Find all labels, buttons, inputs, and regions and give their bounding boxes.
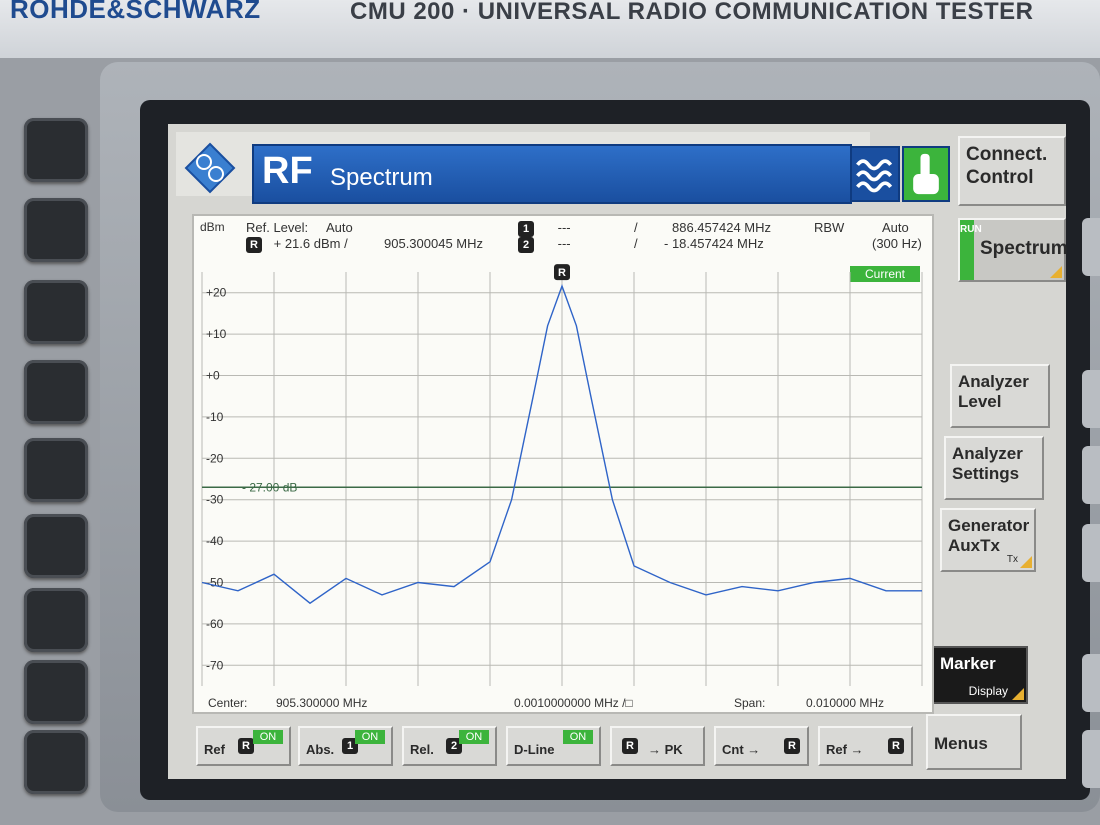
signal-waves-icon[interactable] [850,146,900,202]
softkey-left-3[interactable] [24,280,88,344]
y-tick-label: +0 [206,369,220,383]
marker-label: Marker [940,654,996,673]
softkey-left-2[interactable] [24,198,88,262]
title-rf: RF [262,150,313,192]
y-tick-label: +10 [206,327,227,341]
division-value: 0.0010000000 MHz /□ [514,696,633,710]
ref-marker-flag-label: R [558,267,566,279]
ref-to-peak-button[interactable]: R → PK [610,726,705,766]
y-tick-label: -40 [206,534,224,548]
softkey-right-5[interactable] [1082,654,1100,712]
y-tick-label: -30 [206,493,224,507]
corner-indicator-icon [1020,556,1032,568]
y-tick-label: -20 [206,451,224,465]
rel-button-label: Rel. [410,742,434,757]
center-label: Center: [208,696,248,710]
rs-logo-icon [184,142,236,194]
softkey-left-7[interactable] [24,588,88,652]
ref-marker-icon: R [888,738,904,754]
abs-on-button[interactable]: Abs. 1 ON [298,726,393,766]
run-indicator: RUN [960,220,982,280]
marker-display-sub: Display [968,683,1008,698]
cnt-label: Cnt → [722,742,761,757]
softkey-left-6[interactable] [24,514,88,578]
y-tick-label: -70 [206,658,224,672]
ref-marker-icon: R [238,738,254,754]
ref-marker-icon: R [622,738,638,754]
title-spectrum: Spectrum [330,164,433,191]
y-tick-label: +20 [206,286,227,300]
span-label: Span: [734,696,766,710]
softkey-right-6[interactable] [1082,730,1100,788]
softkey-left-1[interactable] [24,118,88,182]
ref-button-label: Ref [204,742,225,757]
model-label: CMU 200 · UNIVERSAL RADIO COMMUNICATION … [350,0,1034,25]
softkey-left-8[interactable] [24,660,88,724]
softkey-left-4[interactable] [24,360,88,424]
menus-button[interactable]: Menus [926,714,1022,770]
ref-to-label: Ref → [826,742,864,757]
dline-on-indicator: ON [563,730,593,744]
rel-on-indicator: ON [459,730,489,744]
dline-on-button[interactable]: D-Line ON [506,726,601,766]
abs-on-indicator: ON [355,730,385,744]
spectrum-chart[interactable]: +20+10+0-10-20-30-40-50-60-70- 27.00 dBR [194,216,932,712]
y-tick-label: -10 [206,410,224,424]
y-tick-label: -60 [206,617,224,631]
corner-indicator-icon [1050,266,1062,278]
corner-indicator-icon [1012,688,1024,700]
softkey-right-2[interactable] [1082,370,1100,428]
center-to-ref-button[interactable]: Cnt → R [714,726,809,766]
spectrum-tab[interactable]: RUN Spectrum [958,218,1068,282]
dline-button-label: D-Line [514,742,555,757]
spectrum-tab-label: Spectrum [980,238,1068,259]
brand-logo: ROHDE&SCHWARZ [10,0,261,24]
hand-press-icon[interactable] [902,146,950,202]
connect-control-button[interactable]: Connect. Control [958,136,1066,206]
generator-label: Generator AuxTx [948,516,1030,556]
spectrum-plot-area: dBm Ref. Level: Auto R + 21.6 dBm / 905.… [192,214,934,714]
analyzer-settings-button[interactable]: Analyzer Settings [944,436,1044,500]
softkey-right-1[interactable] [1082,218,1100,276]
instrument-display: RF Spectrum Connect. Control RUN Spectru… [168,124,1068,779]
ref-on-indicator: ON [253,730,283,744]
generator-auxtx-button[interactable]: Generator AuxTx Tx [940,508,1036,572]
analyzer-level-button[interactable]: Analyzer Level [950,364,1050,428]
ref-level-to-ref-button[interactable]: Ref → R [818,726,913,766]
span-value: 0.010000 MHz [806,696,885,710]
marker-display-button[interactable]: Marker Display [932,646,1028,704]
generator-tx-sub: Tx [1006,554,1018,565]
ref-on-button[interactable]: Ref R ON [196,726,291,766]
to-peak-label: → PK [648,742,683,757]
d-line-label: - 27.00 dB [242,480,297,494]
softkey-right-3[interactable] [1082,446,1100,504]
ref-marker-icon: R [784,738,800,754]
softkey-left-9[interactable] [24,730,88,794]
abs-button-label: Abs. [306,742,335,757]
header: RF Spectrum [176,132,950,204]
softkey-right-4[interactable] [1082,524,1100,582]
softkey-left-5[interactable] [24,438,88,502]
rel-on-button[interactable]: Rel. 2 ON [402,726,497,766]
title-bar: RF Spectrum [252,144,852,204]
center-value: 905.300000 MHz [276,696,368,710]
instrument-top-bezel: ROHDE&SCHWARZ CMU 200 · UNIVERSAL RADIO … [0,0,1100,58]
